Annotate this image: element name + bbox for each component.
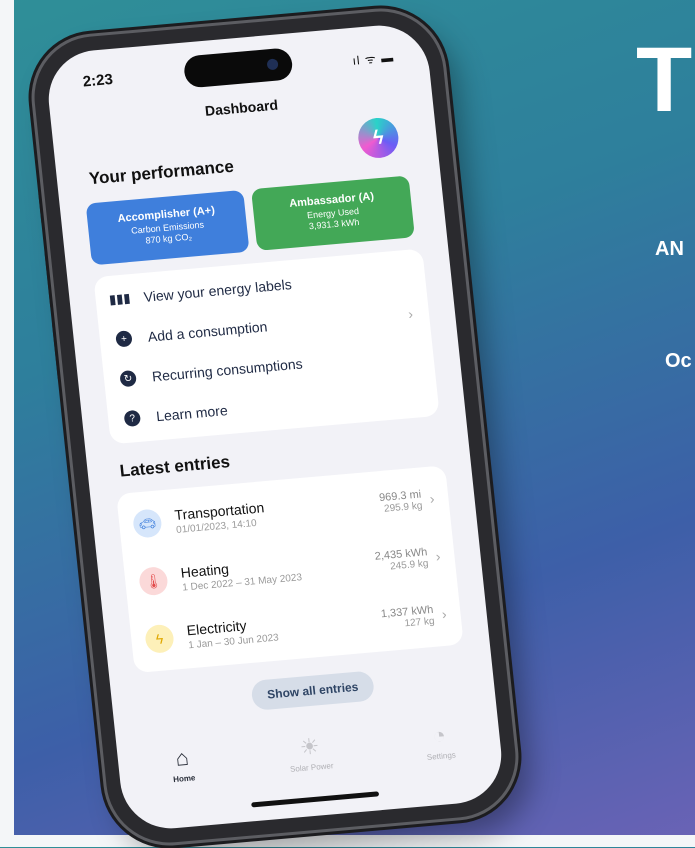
lightning-icon: ϟ	[144, 623, 175, 654]
energy-label-card[interactable]: Ambassador (A) Energy Used 3,931.3 kWh	[251, 175, 415, 251]
repeat-circle-icon: ↻	[119, 369, 137, 388]
chevron-right-icon: ›	[428, 490, 436, 507]
app-logo[interactable]: ϟ	[356, 116, 401, 160]
tab-settings[interactable]: ◔ Settings	[398, 719, 482, 764]
tab-home[interactable]: ⌂ Home	[141, 742, 225, 787]
camera-dot	[266, 58, 279, 71]
bottom-frame-edge	[0, 835, 695, 847]
background-text-line-1: AN	[655, 238, 684, 260]
lightning-icon: ϟ	[371, 126, 385, 149]
entries-list: 🚗︎ Transportation 01/01/2023, 14:10 969.…	[116, 465, 464, 674]
chevron-right-icon: ›	[440, 605, 448, 623]
status-icons: ıl ᯤ ▬	[351, 50, 395, 68]
status-time: 2:23	[81, 70, 114, 91]
house-icon: ⌂	[174, 744, 190, 771]
gauge-icon: ◔	[431, 722, 448, 749]
sun-icon: ☀	[298, 733, 321, 760]
left-frame-edge	[0, 0, 14, 847]
home-indicator	[251, 791, 380, 808]
background-text-line-2: Oc	[665, 350, 692, 372]
thermometer-icon: 🌡︎	[138, 566, 169, 597]
actions-menu: ▮▮▮ View your energy labels + Add a cons…	[93, 248, 440, 445]
chevron-right-icon: ›	[407, 305, 414, 322]
chevron-right-icon: ›	[434, 548, 442, 565]
app-screen: 2:23 ıl ᯤ ▬ Dashboard ϟ Your performance…	[43, 21, 507, 833]
dynamic-island	[182, 47, 294, 89]
entries-title: Latest entries	[118, 452, 231, 481]
carbon-label-card[interactable]: Accomplisher (A+) Carbon Emissions 870 k…	[85, 189, 250, 266]
car-icon: 🚗︎	[131, 508, 163, 539]
phone-mockup: 2:23 ıl ᯤ ▬ Dashboard ϟ Your performance…	[28, 6, 522, 848]
menu-item-label: Learn more	[155, 402, 229, 425]
bar-chart-icon: ▮▮▮	[108, 290, 132, 307]
tab-solar-power[interactable]: ☀ Solar Power	[268, 731, 352, 776]
question-circle-icon: ?	[123, 409, 142, 428]
plus-circle-icon: +	[115, 330, 133, 348]
performance-title: Your performance	[88, 156, 235, 189]
show-all-entries-button[interactable]: Show all entries	[250, 670, 376, 711]
background-headline: T	[636, 29, 692, 131]
